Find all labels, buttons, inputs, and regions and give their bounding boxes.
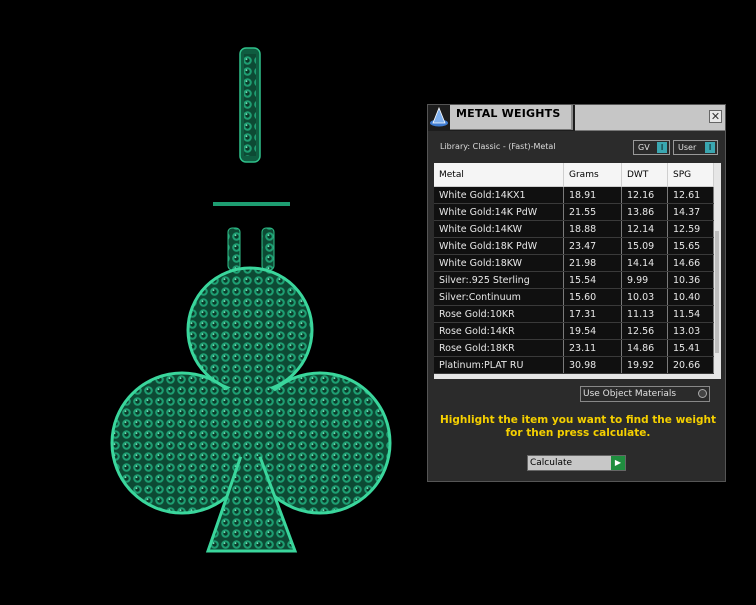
radio-icon [698, 389, 707, 398]
metal-weights-panel: METAL WEIGHTS ✕ Library: Classic - (Fast… [427, 104, 726, 482]
panel-titlebar[interactable]: METAL WEIGHTS ✕ [428, 105, 725, 131]
cell-dwt: 12.56 [621, 322, 668, 340]
cell-dwt: 14.86 [621, 339, 668, 357]
user-toggle-knob: I [705, 142, 715, 153]
cell-metal: White Gold:14KX1 [434, 186, 564, 204]
cell-metal: White Gold:18K PdW [434, 237, 564, 255]
cell-dwt: 9.99 [621, 271, 668, 289]
gv-toggle-knob: I [657, 142, 667, 153]
cell-metal: White Gold:14K PdW [434, 203, 564, 221]
cell-spg: 10.40 [667, 288, 714, 306]
cell-spg: 12.61 [667, 186, 714, 204]
cell-grams: 23.47 [563, 237, 622, 255]
use-object-materials-button[interactable]: Use Object Materials [580, 386, 710, 402]
table-row[interactable]: White Gold:14KW 18.88 12.14 12.59 [434, 220, 714, 238]
use-object-materials-label: Use Object Materials [583, 389, 677, 399]
calculate-button[interactable]: Calculate ▶ [527, 455, 626, 471]
cell-grams: 15.60 [563, 288, 622, 306]
gv-toggle-label: GV [638, 143, 650, 152]
app-logo-icon [428, 105, 450, 130]
table-row[interactable]: Rose Gold:10KR 17.31 11.13 11.54 [434, 305, 714, 323]
table-row[interactable]: Rose Gold:14KR 19.54 12.56 13.03 [434, 322, 714, 340]
club-pendant-render [110, 47, 392, 553]
play-arrow-icon: ▶ [611, 456, 625, 470]
cell-grams: 23.11 [563, 339, 622, 357]
table-row[interactable]: White Gold:18KW 21.98 14.14 14.66 [434, 254, 714, 272]
cell-metal: White Gold:14KW [434, 220, 564, 238]
cell-metal: White Gold:18KW [434, 254, 564, 272]
cell-spg: 13.03 [667, 322, 714, 340]
instruction-text: Highlight the item you want to find the … [440, 414, 716, 439]
cell-spg: 15.41 [667, 339, 714, 357]
metal-table-container[interactable]: Metal Grams DWT SPG White Gold:14KX1 18.9… [434, 163, 721, 379]
column-header-grams[interactable]: Grams [563, 163, 622, 187]
cell-spg: 12.59 [667, 220, 714, 238]
titlebar-fill [575, 105, 725, 131]
column-header-spg[interactable]: SPG [667, 163, 714, 187]
cell-grams: 21.98 [563, 254, 622, 272]
table-row[interactable]: White Gold:14K PdW 21.55 13.86 14.37 [434, 203, 714, 221]
cell-spg: 15.65 [667, 237, 714, 255]
cell-metal: Platinum:PLAT RU [434, 356, 564, 374]
3d-viewport[interactable] [0, 0, 420, 601]
cell-dwt: 12.14 [621, 220, 668, 238]
column-header-metal[interactable]: Metal [434, 163, 564, 187]
cell-metal: Rose Gold:18KR [434, 339, 564, 357]
bail-top-icon [239, 47, 261, 163]
table-row[interactable]: Silver:.925 Sterling 15.54 9.99 10.36 [434, 271, 714, 289]
cell-grams: 15.54 [563, 271, 622, 289]
calculate-label: Calculate [530, 458, 573, 468]
table-row[interactable]: White Gold:14KX1 18.91 12.16 12.61 [434, 186, 714, 204]
vertical-scrollbar[interactable] [715, 231, 719, 353]
column-header-dwt[interactable]: DWT [621, 163, 668, 187]
cell-dwt: 19.92 [621, 356, 668, 374]
cell-dwt: 14.14 [621, 254, 668, 272]
table-row[interactable]: Silver:Continuum 15.60 10.03 10.40 [434, 288, 714, 306]
cell-grams: 18.91 [563, 186, 622, 204]
cell-dwt: 11.13 [621, 305, 668, 323]
cell-grams: 19.54 [563, 322, 622, 340]
cell-spg: 10.36 [667, 271, 714, 289]
cell-grams: 30.98 [563, 356, 622, 374]
close-icon[interactable]: ✕ [709, 110, 722, 123]
panel-title-tab[interactable]: METAL WEIGHTS [450, 105, 573, 130]
cell-dwt: 12.16 [621, 186, 668, 204]
cell-dwt: 13.86 [621, 203, 668, 221]
table-header-row: Metal Grams DWT SPG [434, 163, 714, 187]
table-row[interactable]: Rose Gold:18KR 23.11 14.86 15.41 [434, 339, 714, 357]
cell-spg: 14.37 [667, 203, 714, 221]
user-toggle[interactable]: User I [673, 140, 718, 155]
cell-grams: 17.31 [563, 305, 622, 323]
panel-title: METAL WEIGHTS [456, 107, 561, 120]
cell-dwt: 15.09 [621, 237, 668, 255]
cell-spg: 14.66 [667, 254, 714, 272]
cell-metal: Rose Gold:10KR [434, 305, 564, 323]
cell-spg: 11.54 [667, 305, 714, 323]
cell-grams: 18.88 [563, 220, 622, 238]
cell-metal: Rose Gold:14KR [434, 322, 564, 340]
divider-bar [213, 202, 290, 206]
cell-metal: Silver:Continuum [434, 288, 564, 306]
cell-metal: Silver:.925 Sterling [434, 271, 564, 289]
cell-spg: 20.66 [667, 356, 714, 374]
cell-grams: 21.55 [563, 203, 622, 221]
cell-dwt: 10.03 [621, 288, 668, 306]
user-toggle-label: User [678, 143, 697, 152]
metal-table: Metal Grams DWT SPG White Gold:14KX1 18.9… [434, 163, 714, 374]
table-row[interactable]: White Gold:18K PdW 23.47 15.09 15.65 [434, 237, 714, 255]
table-row[interactable]: Platinum:PLAT RU 30.98 19.92 20.66 [434, 356, 714, 374]
library-label: Library: Classic - (Fast)-Metal [440, 142, 556, 151]
gv-toggle[interactable]: GV I [633, 140, 670, 155]
